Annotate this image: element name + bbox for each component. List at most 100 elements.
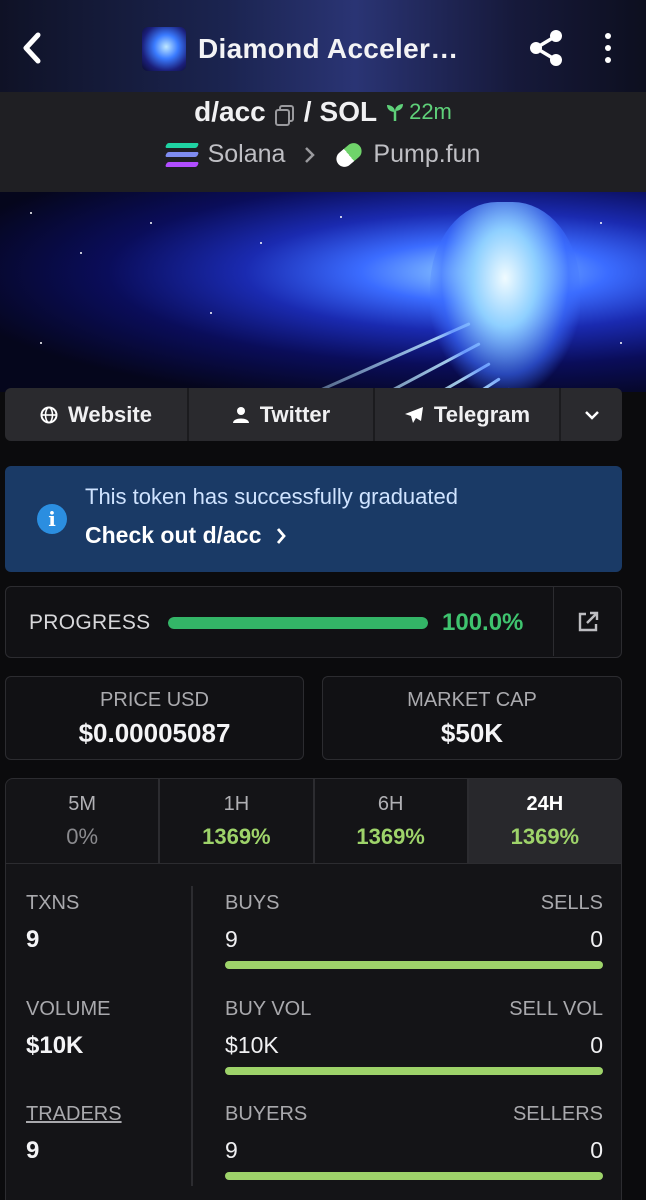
- tab-name: 1H: [223, 793, 250, 815]
- pair-separator: /: [303, 96, 312, 127]
- traders-row: TRADERS 9 BUYERS SELLERS 9 0: [6, 1075, 623, 1180]
- graduated-notice[interactable]: i This token has successfully graduated …: [5, 466, 622, 572]
- sells-label: SELLS: [540, 892, 603, 914]
- progress-value: 100.0%: [442, 609, 524, 636]
- volume-label: VOLUME: [26, 998, 111, 1020]
- buy-vol-label: BUY VOL: [225, 998, 312, 1020]
- page-title: Diamond Acceler…: [198, 33, 459, 64]
- user-icon: [232, 406, 249, 423]
- pair-quote: SOL: [319, 96, 378, 127]
- tab-6h[interactable]: 6H 1369%: [315, 779, 469, 863]
- buyers-value: 9: [225, 1137, 238, 1163]
- globe-icon: [40, 406, 58, 423]
- market-cap-value: $50K: [440, 718, 504, 748]
- share-button[interactable]: [526, 28, 566, 68]
- pair-row: d/acc / SOL 22m: [0, 96, 646, 128]
- info-icon: i: [37, 504, 67, 534]
- tab-24h[interactable]: 24H 1369%: [468, 779, 621, 863]
- token-avatar: [142, 27, 186, 71]
- progress-label: PROGRESS: [29, 611, 151, 634]
- trading-stats: TXNS 9 BUYS SELLS 9 0 VOLUME $10K BUY VO…: [5, 864, 622, 1200]
- twitter-button[interactable]: Twitter: [189, 388, 375, 441]
- tab-change: 1369%: [202, 824, 271, 849]
- website-button[interactable]: Website: [5, 388, 189, 441]
- back-button[interactable]: [14, 26, 50, 70]
- seedling-icon: [387, 104, 404, 121]
- buy-vol-bar-fill: [225, 1067, 603, 1075]
- notice-cta-label: Check out d/acc: [85, 522, 262, 548]
- tab-change: 0%: [66, 824, 99, 849]
- volume-row: VOLUME $10K BUY VOL SELL VOL $10K 0: [6, 970, 623, 1075]
- paper-plane-icon: [404, 406, 423, 423]
- pair-base: d/acc: [194, 96, 266, 127]
- more-vertical-icon: [605, 33, 611, 39]
- traders-bar: [225, 1172, 603, 1180]
- crystal-figure: [430, 202, 580, 392]
- pill-icon: [333, 139, 366, 170]
- sellers-label: SELLERS: [512, 1103, 603, 1125]
- tab-1h[interactable]: 1H 1369%: [160, 779, 315, 863]
- bonding-progress: PROGRESS 100.0%: [5, 586, 622, 658]
- buyers-label: BUYERS: [225, 1103, 308, 1125]
- tab-change: 1369%: [356, 824, 425, 849]
- chain-dex[interactable]: Pump.fun: [373, 140, 480, 169]
- star: [40, 342, 42, 344]
- pair-age-value: 22m: [409, 99, 452, 124]
- traders-value: 9: [26, 1137, 40, 1164]
- txns-row: TXNS 9 BUYS SELLS 9 0: [6, 864, 623, 969]
- buys-value: 9: [225, 926, 238, 952]
- token-title-group: Diamond Acceler…: [142, 26, 459, 72]
- pair-age: 22m: [385, 99, 452, 125]
- buys-label: BUYS: [225, 892, 280, 914]
- top-bar: Diamond Acceler…: [0, 0, 646, 92]
- sell-vol-label: SELL VOL: [509, 998, 603, 1020]
- buys-sells-bar: [225, 961, 603, 969]
- buy-vol-value: $10K: [225, 1032, 279, 1058]
- solana-icon: [164, 142, 199, 167]
- star: [150, 222, 152, 224]
- progress-bar: [168, 617, 428, 629]
- star: [30, 212, 32, 214]
- timeframe-tabs: 5M 0% 1H 1369% 6H 1369% 24H 1369%: [5, 778, 622, 864]
- telegram-label: Telegram: [433, 401, 531, 427]
- volume-bar: [225, 1067, 603, 1075]
- more-button[interactable]: [596, 28, 620, 68]
- chain-network[interactable]: Solana: [208, 140, 286, 169]
- more-dot: [605, 57, 611, 63]
- open-external-button[interactable]: [553, 587, 621, 656]
- sells-value: 0: [590, 926, 603, 952]
- buys-bar-fill: [225, 961, 603, 969]
- traders-label[interactable]: TRADERS: [26, 1103, 122, 1126]
- chevron-right-icon: [305, 146, 316, 163]
- share-icon: [530, 30, 562, 66]
- tab-name: 6H: [377, 793, 404, 815]
- website-label: Website: [68, 401, 152, 427]
- market-cap-label: MARKET CAP: [407, 689, 537, 711]
- notice-message: This token has successfully graduated: [85, 484, 458, 509]
- twitter-label: Twitter: [259, 401, 331, 427]
- txns-value: 9: [26, 926, 40, 953]
- chevron-down-icon: [584, 410, 599, 420]
- telegram-button[interactable]: Telegram: [375, 388, 561, 441]
- txns-label: TXNS: [26, 892, 80, 914]
- more-links-dropdown[interactable]: [561, 388, 622, 441]
- tab-name: 5M: [68, 793, 97, 815]
- price-usd-card: PRICE USD $0.00005087: [5, 676, 304, 760]
- notice-cta[interactable]: Check out d/acc: [85, 522, 287, 549]
- external-link-icon: [578, 611, 598, 631]
- tab-5m[interactable]: 5M 0%: [6, 779, 161, 863]
- star: [80, 252, 82, 254]
- token-banner-image: [0, 192, 646, 392]
- sell-vol-value: 0: [590, 1032, 603, 1058]
- social-links-bar: Website Twitter Telegram: [5, 388, 622, 441]
- star: [210, 312, 212, 314]
- chevron-left-icon: [23, 32, 41, 64]
- market-cap-card: MARKET CAP $50K: [322, 676, 622, 760]
- star: [340, 216, 342, 218]
- star: [620, 342, 622, 344]
- chevron-right-icon: [277, 527, 287, 544]
- copy-icon[interactable]: [274, 101, 296, 126]
- more-dot: [605, 45, 611, 51]
- sellers-value: 0: [590, 1137, 603, 1163]
- star: [600, 222, 602, 224]
